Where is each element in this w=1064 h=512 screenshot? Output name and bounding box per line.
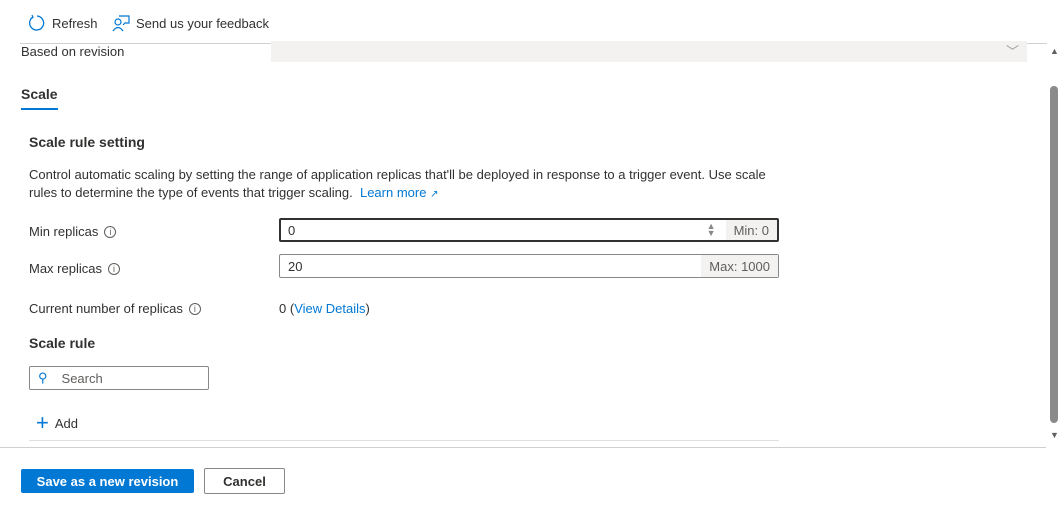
revision-label: Based on revision	[21, 44, 125, 59]
scrollbar[interactable]: ▲ ▼	[1047, 44, 1064, 442]
current-value: 0	[279, 301, 287, 316]
tab-scale[interactable]: Scale	[21, 86, 58, 110]
min-suffix: Min: 0	[725, 220, 777, 240]
current-label-text: Current number of replicas	[29, 301, 183, 316]
search-placeholder: Search	[61, 370, 103, 386]
min-label-text: Min replicas	[29, 224, 99, 239]
scrollbar-thumb[interactable]	[1050, 86, 1058, 423]
learn-more-label: Learn more	[359, 185, 427, 200]
rules-divider	[29, 440, 779, 441]
add-label: Add	[54, 415, 78, 431]
max-replicas-label: Max replicas i	[29, 261, 120, 276]
scroll-down-icon[interactable]: ▼	[1050, 430, 1059, 440]
max-value: 20	[288, 258, 303, 274]
learn-more-link[interactable]: Learn more ↗	[360, 185, 439, 200]
refresh-button[interactable]: Refresh	[28, 14, 98, 32]
section-description: Control automatic scaling by setting the…	[29, 166, 779, 204]
max-replicas-input[interactable]: 20 Max: 1000	[279, 254, 779, 278]
current-replicas-label: Current number of replicas i	[29, 301, 201, 316]
footer-divider	[0, 447, 1046, 448]
chevron-down-icon: ﹀	[1005, 44, 1019, 59]
info-icon: i	[188, 302, 201, 315]
add-button[interactable]: + Add	[36, 410, 78, 435]
cancel-button[interactable]: Cancel	[204, 468, 285, 494]
view-details-link[interactable]: View Details	[294, 301, 365, 316]
current-replicas-value: 0 (View Details)	[279, 301, 370, 316]
spinner-icon[interactable]: ▲ ▼	[707, 222, 716, 238]
min-value: 0	[288, 222, 296, 238]
save-button[interactable]: Save as a new revision	[21, 469, 194, 493]
min-replicas-label: Min replicas i	[29, 224, 117, 239]
info-icon: i	[104, 225, 117, 238]
external-link-icon: ↗	[430, 189, 439, 200]
refresh-label: Refresh	[52, 15, 98, 31]
scale-rule-title: Scale rule	[29, 335, 96, 351]
max-label-text: Max replicas	[29, 261, 102, 276]
plus-icon: +	[36, 410, 49, 435]
feedback-label: Send us your feedback	[136, 15, 269, 31]
revision-dropdown[interactable]: ﹀	[271, 41, 1027, 62]
max-suffix: Max: 1000	[701, 255, 778, 277]
search-input[interactable]: ⚲ Search	[29, 366, 209, 390]
scroll-up-icon[interactable]: ▲	[1050, 46, 1059, 56]
info-icon: i	[107, 262, 120, 275]
min-replicas-input[interactable]: 0 ▲ ▼ Min: 0	[279, 218, 779, 242]
section-title: Scale rule setting	[29, 134, 145, 150]
feedback-button[interactable]: Send us your feedback	[112, 14, 269, 32]
search-icon: ⚲	[38, 370, 48, 385]
feedback-icon	[112, 15, 130, 32]
refresh-icon	[29, 14, 45, 31]
